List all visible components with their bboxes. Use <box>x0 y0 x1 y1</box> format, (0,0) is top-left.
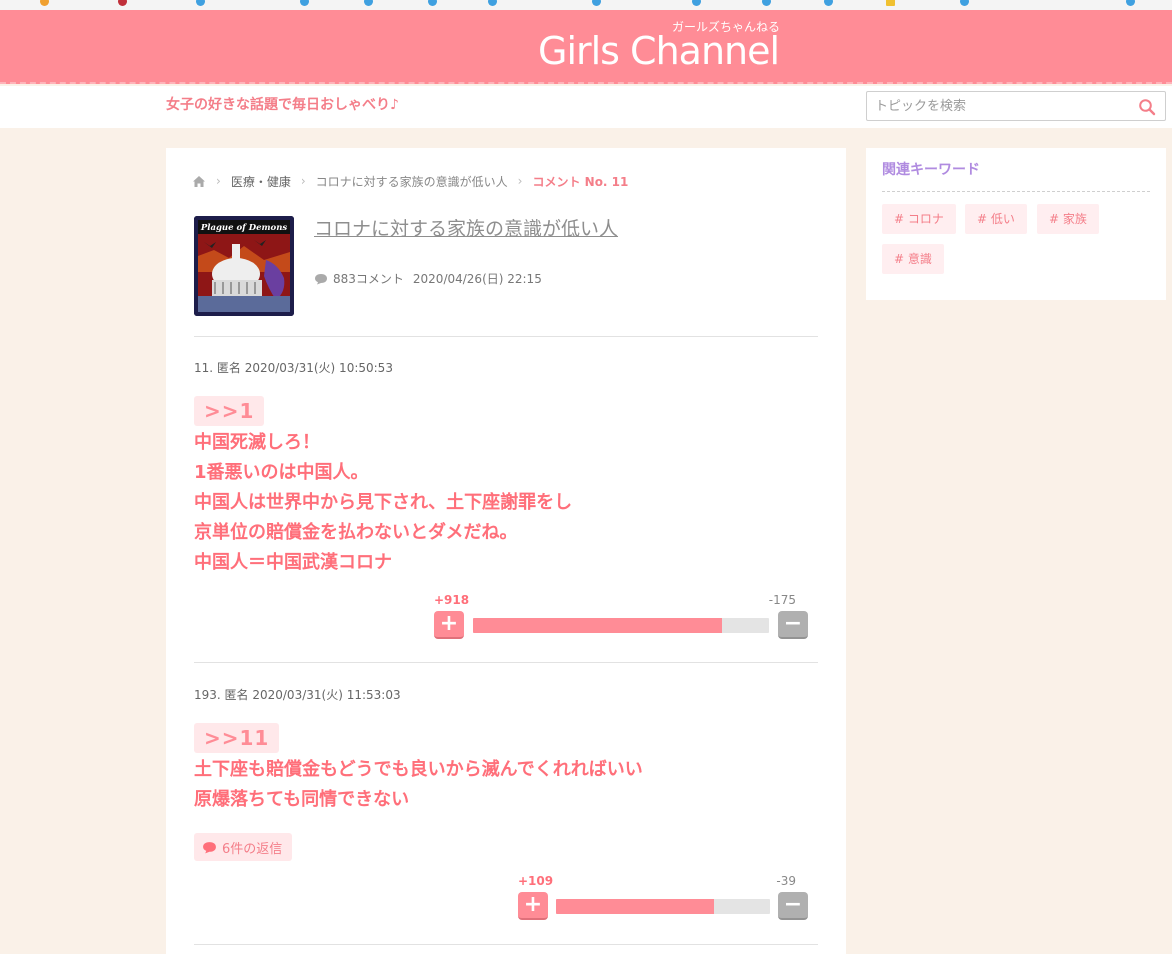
main-content: › 医療・健康 › コロナに対する家族の意識が低い人 › コメント No. 11… <box>166 148 846 954</box>
vote-bar-fill <box>473 618 722 633</box>
divider <box>194 944 818 945</box>
keyword-tag[interactable]: # 低い <box>965 204 1027 234</box>
comment-line: 土下座も賠償金もどうでも良いから滅んでくれればいい <box>194 759 643 780</box>
chevron-right-icon: › <box>517 174 523 188</box>
bookmark-icon[interactable] <box>300 0 309 6</box>
comment-line: 中国死滅しろ！ <box>194 432 320 453</box>
divider <box>882 191 1150 192</box>
site-header: ガールズちゃんねる Girls Channel <box>0 10 1172 84</box>
topic-title[interactable]: コロナに対する家族の意識が低い人 <box>314 216 618 242</box>
vote-bar <box>556 899 770 914</box>
minus-button[interactable]: − <box>778 611 808 639</box>
search-icon[interactable] <box>1138 98 1156 116</box>
bookmark-icon[interactable] <box>364 0 373 6</box>
tagline: 女子の好きな話題で毎日おしゃべり♪ <box>166 97 399 113</box>
plague-of-demons-image: Plague of Demons <box>194 216 294 316</box>
minus-button[interactable]: − <box>778 892 808 920</box>
site-logo[interactable]: Girls Channel <box>538 30 780 72</box>
bookmark-icon[interactable] <box>488 0 497 6</box>
sub-header: 女子の好きな話題で毎日おしゃべり♪ <box>0 86 1172 128</box>
topic-meta: 883コメント 2020/04/26(日) 22:15 <box>314 270 542 287</box>
chevron-right-icon: › <box>300 174 306 188</box>
divider <box>194 336 818 337</box>
plus-count: +918 <box>434 593 470 607</box>
comment-body: 中国死滅しろ！ 1番悪いのは中国人。 中国人は世界中から見下され、土下座謝罪をし… <box>194 428 818 578</box>
minus-count: -39 <box>776 874 796 888</box>
comment-line: 京単位の賠償金を払わないとダメだね。 <box>194 522 518 543</box>
comment-count[interactable]: 883コメント <box>333 270 404 287</box>
plus-button[interactable]: + <box>434 611 464 639</box>
comment-bubble-icon <box>203 841 216 853</box>
breadcrumb: › 医療・健康 › コロナに対する家族の意識が低い人 › コメント No. 11 <box>192 172 628 190</box>
comment-item: 193. 匿名 2020/03/31(火) 11:53:03 >>11 土下座も… <box>194 687 818 861</box>
replies-button[interactable]: 6件の返信 <box>194 833 293 861</box>
comment-line: 1番悪いのは中国人。 <box>194 462 369 483</box>
bookmark-icon[interactable] <box>960 0 969 6</box>
related-keywords-panel: 関連キーワード # コロナ # 低い # 家族 # 意識 <box>866 148 1166 300</box>
vote-widget: +918 -175 + − <box>434 593 808 639</box>
keyword-tag[interactable]: # 意識 <box>882 244 944 274</box>
comment-header: 11. 匿名 2020/03/31(火) 10:50:53 <box>194 361 393 375</box>
bookmark-icon[interactable] <box>824 0 833 6</box>
bookmark-icon[interactable] <box>196 0 205 6</box>
chevron-right-icon: › <box>216 174 221 188</box>
related-keywords-title: 関連キーワード <box>882 162 980 178</box>
thumbnail-caption: Plague of Demons <box>200 223 288 233</box>
comment-line: 中国人は世界中から見下され、土下座謝罪をし <box>194 492 573 513</box>
comment-bubble-icon <box>315 273 327 284</box>
vote-bar-fill <box>556 899 715 914</box>
breadcrumb-current: コメント No. 11 <box>532 174 629 189</box>
bookmark-icon[interactable] <box>692 0 701 6</box>
bookmark-icon[interactable] <box>1126 0 1135 6</box>
reply-anchor[interactable]: >>11 <box>194 723 280 753</box>
comment-line: 中国人＝中国武漢コロナ <box>194 552 392 573</box>
folder-icon[interactable] <box>886 0 895 6</box>
minus-count: -175 <box>768 593 796 607</box>
breadcrumb-category[interactable]: 医療・健康 <box>231 173 291 190</box>
search-box <box>866 91 1166 121</box>
plus-button[interactable]: + <box>518 892 548 920</box>
bookmark-icon[interactable] <box>762 0 771 6</box>
comment-item: 11. 匿名 2020/03/31(火) 10:50:53 >>1 中国死滅しろ… <box>194 360 818 578</box>
topic-date: 2020/04/26(日) 22:15 <box>412 272 542 286</box>
vote-widget: +109 -39 + − <box>518 874 808 920</box>
bookmark-icon[interactable] <box>428 0 437 6</box>
divider <box>194 662 818 663</box>
keyword-tag[interactable]: # コロナ <box>882 204 956 234</box>
topic-thumbnail[interactable]: Plague of Demons <box>194 216 294 316</box>
plus-count: +109 <box>518 874 554 888</box>
vote-bar <box>473 618 769 633</box>
breadcrumb-topic[interactable]: コロナに対する家族の意識が低い人 <box>316 173 508 190</box>
comment-body: 土下座も賠償金もどうでも良いから滅んでくれればいい 原爆落ちても同情できない <box>194 755 818 815</box>
comment-header: 193. 匿名 2020/03/31(火) 11:53:03 <box>194 688 401 702</box>
bookmarks-bar <box>0 0 1172 10</box>
reply-anchor[interactable]: >>1 <box>194 396 265 426</box>
bookmark-icon[interactable] <box>118 0 127 6</box>
bookmark-icon[interactable] <box>592 0 601 6</box>
bookmark-icon[interactable] <box>40 0 49 6</box>
replies-label: 6件の返信 <box>222 841 283 857</box>
comment-line: 原爆落ちても同情できない <box>194 789 410 810</box>
home-icon[interactable] <box>192 175 206 188</box>
keyword-tag[interactable]: # 家族 <box>1037 204 1099 234</box>
search-input[interactable] <box>875 96 1125 116</box>
